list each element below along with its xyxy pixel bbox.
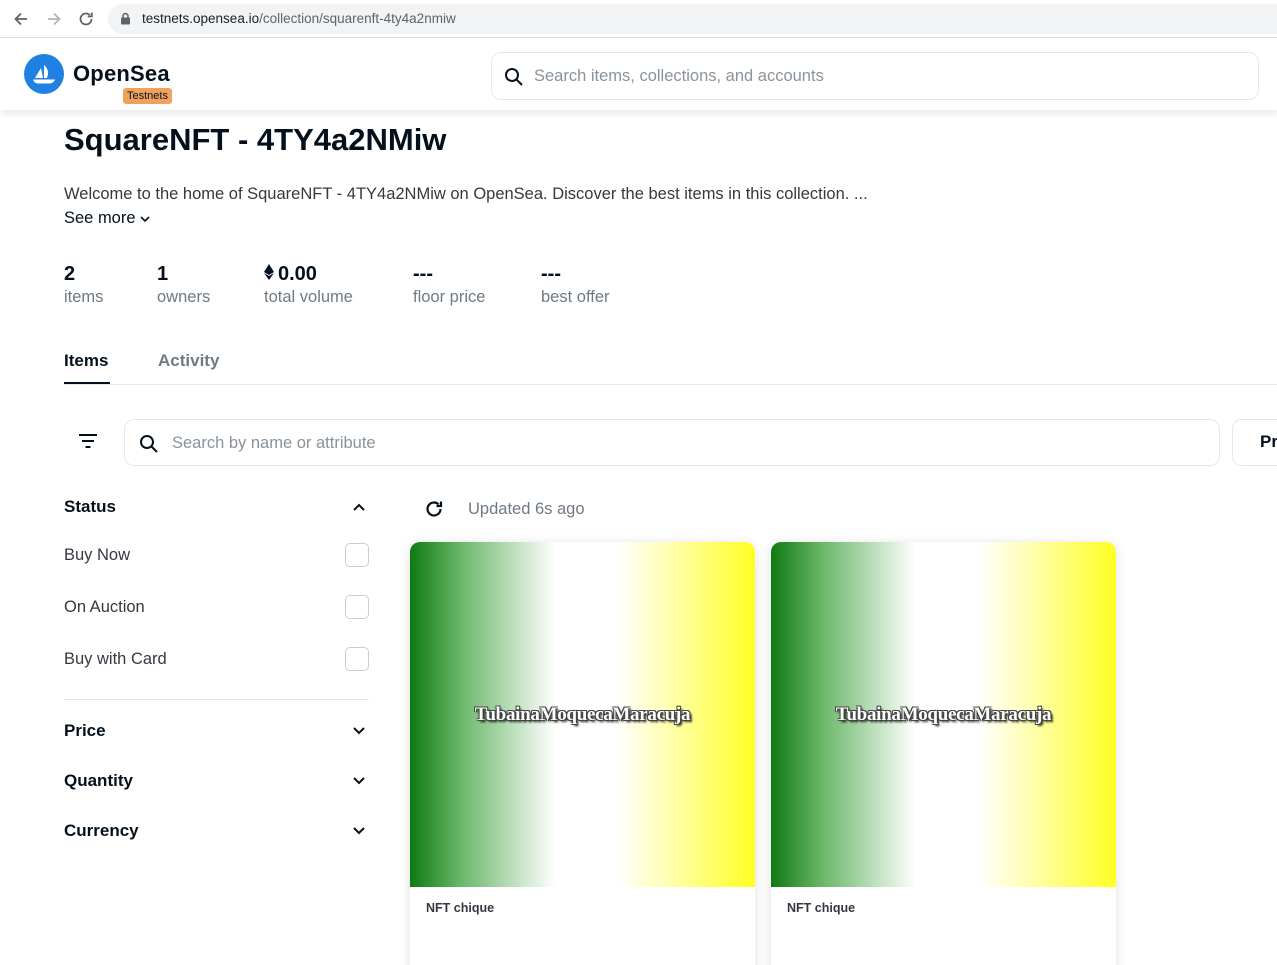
eth-icon	[264, 262, 274, 286]
back-icon[interactable]	[10, 8, 32, 30]
url-path: /collection/squarenft-4ty4a2nmiw	[259, 11, 456, 26]
reload-icon[interactable]	[75, 8, 97, 30]
active-tab-indicator	[64, 382, 110, 384]
section-title: Price	[64, 721, 106, 740]
stat-label: total volume	[264, 288, 353, 306]
stat-label: best offer	[541, 288, 610, 306]
chevron-up-icon	[353, 503, 365, 511]
item-search-input[interactable]	[172, 430, 1172, 456]
testnets-badge: Testnets	[123, 88, 172, 104]
refresh-icon[interactable]	[422, 497, 446, 521]
status-option-buy-with-card[interactable]: Buy with Card	[64, 644, 369, 674]
stat-best-offer[interactable]: --- best offer	[541, 262, 610, 307]
filter-icon	[78, 433, 98, 454]
nft-card[interactable]: TubainaMoquecaMaracuja NFT chique	[771, 542, 1116, 965]
section-title: Quantity	[64, 771, 133, 790]
tab-activity[interactable]: Activity	[158, 351, 219, 371]
chevron-down-icon	[353, 777, 365, 785]
stat-label: floor price	[413, 288, 486, 306]
section-title: Status	[64, 497, 116, 516]
browser-toolbar: testnets.opensea.io/collection/squarenft…	[0, 0, 1277, 38]
search-icon	[139, 434, 159, 459]
stat-total-volume[interactable]: 0.00 total volume	[264, 262, 353, 307]
option-label: On Auction	[64, 597, 145, 616]
see-more-button[interactable]: See more	[64, 209, 150, 228]
nft-card[interactable]: TubainaMoquecaMaracuja NFT chique	[410, 542, 755, 965]
chevron-down-icon	[353, 827, 365, 835]
checkbox[interactable]	[345, 595, 369, 619]
brand-name[interactable]: OpenSea	[73, 61, 170, 87]
option-label: Buy Now	[64, 545, 131, 564]
stat-value: 0.00	[278, 263, 317, 285]
price-section-header[interactable]: Price	[64, 714, 369, 748]
stat-value: 2	[64, 263, 76, 285]
quantity-section-header[interactable]: Quantity	[64, 764, 369, 798]
collection-tabs: Items Activity	[64, 340, 1277, 385]
updated-text: Updated 6s ago	[468, 499, 585, 518]
stat-value: ---	[541, 263, 561, 285]
stat-items[interactable]: 2 items	[64, 262, 103, 307]
status-section-header[interactable]: Status	[64, 490, 369, 524]
global-search-input[interactable]	[534, 63, 1234, 89]
global-search[interactable]	[491, 52, 1259, 100]
tab-items[interactable]: Items	[64, 351, 108, 371]
nft-image[interactable]: TubainaMoquecaMaracuja	[771, 542, 1116, 887]
filter-toggle-button[interactable]	[70, 425, 106, 461]
stat-value: ---	[413, 263, 433, 285]
chevron-down-icon	[139, 209, 150, 228]
see-more-label: See more	[64, 209, 136, 227]
collection-description: Welcome to the home of SquareNFT - 4TY4a…	[64, 185, 868, 203]
forward-icon[interactable]	[43, 8, 65, 30]
nft-name: NFT chique	[426, 901, 495, 915]
divider	[64, 699, 369, 700]
opensea-logo-icon[interactable]	[24, 54, 64, 94]
stat-label: owners	[157, 288, 211, 306]
option-label: Buy with Card	[64, 649, 167, 668]
chevron-down-icon	[353, 727, 365, 735]
url-host: testnets.opensea.io	[142, 11, 260, 26]
stat-value: 1	[157, 263, 169, 285]
sort-dropdown[interactable]: Pr	[1232, 419, 1277, 466]
stat-floor-price[interactable]: --- floor price	[413, 262, 485, 307]
status-option-buy-now[interactable]: Buy Now	[64, 540, 369, 570]
search-icon	[504, 67, 524, 92]
stat-label: items	[64, 288, 104, 306]
currency-section-header[interactable]: Currency	[64, 814, 369, 848]
nft-image[interactable]: TubainaMoquecaMaracuja	[410, 542, 755, 887]
checkbox[interactable]	[345, 543, 369, 567]
item-search[interactable]	[124, 419, 1220, 466]
section-title: Currency	[64, 821, 139, 840]
nft-image-text: TubainaMoquecaMaracuja	[835, 703, 1052, 725]
collection-title: SquareNFT - 4TY4a2NMiw	[64, 122, 447, 157]
address-bar[interactable]: testnets.opensea.io/collection/squarenft…	[108, 4, 1277, 34]
updated-status: Updated 6s ago	[422, 497, 585, 521]
checkbox[interactable]	[345, 647, 369, 671]
lock-icon	[120, 12, 131, 30]
url-text: testnets.opensea.io/collection/squarenft…	[142, 11, 456, 26]
nft-name: NFT chique	[787, 901, 856, 915]
status-option-on-auction[interactable]: On Auction	[64, 592, 369, 622]
site-header: OpenSea Testnets	[0, 38, 1277, 110]
stat-owners[interactable]: 1 owners	[157, 262, 210, 307]
nft-image-text: TubainaMoquecaMaracuja	[474, 703, 691, 725]
